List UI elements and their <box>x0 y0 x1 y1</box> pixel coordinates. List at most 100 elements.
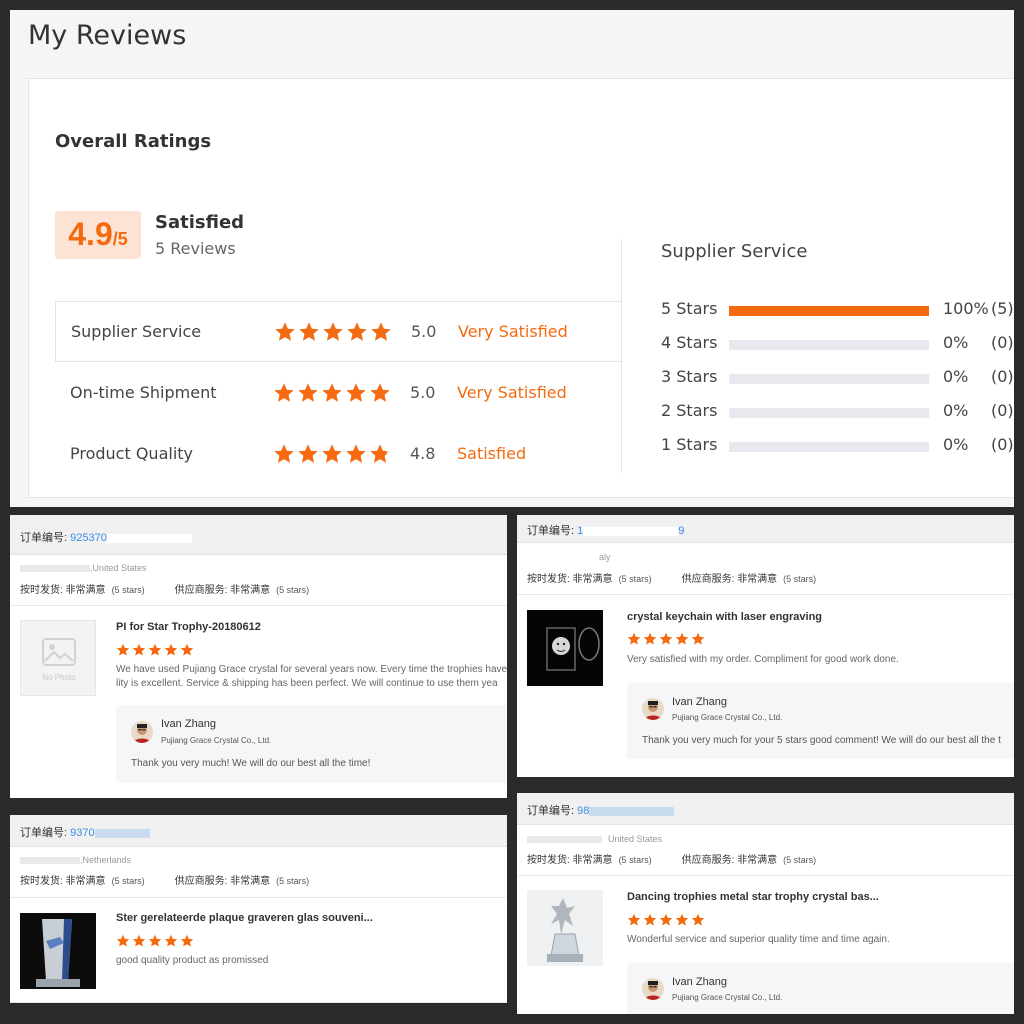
star-icon <box>659 632 673 645</box>
distribution-bar <box>729 408 929 418</box>
review-card: 订单编号: 19 aly 按时发货: 非常满意 (5 stars) 供应商服务: 非… <box>517 515 1014 777</box>
star-rating <box>273 382 391 404</box>
reply-text: Thank you very much! We will do our best… <box>131 758 371 769</box>
product-title-link[interactable]: Ster gerelateerde plaque graveren glas s… <box>116 912 373 924</box>
distribution-percent: 100% <box>943 299 989 318</box>
rating-score: 4.8 <box>410 444 436 463</box>
distribution-count: (0) <box>991 435 1014 454</box>
star-rating <box>273 443 391 465</box>
star-icon <box>275 321 295 341</box>
rating-text: Very Satisfied <box>458 322 568 341</box>
order-number-link[interactable]: 9370 <box>70 827 94 839</box>
star-icon <box>148 643 162 656</box>
review-text: good quality product as promissed <box>116 955 269 966</box>
divider <box>10 605 507 606</box>
keychain-image <box>527 610 603 686</box>
review-meta: 按时发货: 非常满意 (5 stars) 供应商服务: 非常满意 (5 stars) <box>20 876 310 887</box>
star-icon <box>164 643 178 656</box>
trophy-image <box>527 890 603 966</box>
overall-score: 4.9 <box>68 216 113 252</box>
distribution-label: 1 Stars <box>661 435 718 454</box>
order-header: 订单编号: 19 <box>517 515 1014 543</box>
product-title-link[interactable]: Dancing trophies metal star trophy cryst… <box>627 891 879 903</box>
rating-score: 5.0 <box>410 383 436 402</box>
distribution-label: 4 Stars <box>661 333 718 352</box>
overall-score-badge: 4.9 /5 <box>55 211 141 259</box>
order-number-link[interactable]: 925370 <box>70 532 107 544</box>
star-icon <box>322 382 342 402</box>
distribution-percent: 0% <box>943 435 969 454</box>
order-header: 订单编号: 98 <box>517 793 1014 825</box>
overall-ratings-card: Overall Ratings 4.9 /5 Satisfied 5 Revie… <box>28 78 1014 498</box>
star-icon <box>274 443 294 463</box>
collage: My Reviews Overall Ratings 4.9 /5 Satisf… <box>0 0 1024 1024</box>
distribution-count: (0) <box>991 333 1014 352</box>
star-icon <box>347 321 367 341</box>
review-text: Wonderful service and superior quality t… <box>627 934 890 945</box>
product-thumbnail[interactable] <box>20 913 96 989</box>
star-icon <box>659 913 673 926</box>
distribution-percent: 0% <box>943 333 969 352</box>
star-icon <box>148 934 162 947</box>
buyer-location: ,Netherlands <box>20 855 131 865</box>
rating-row-ontime-shipment: On-time Shipment 5.0 Very Satisfied <box>55 362 622 423</box>
product-thumbnail[interactable]: No Photo <box>20 620 96 696</box>
distribution-bar <box>729 306 929 316</box>
star-icon <box>132 934 146 947</box>
rating-row-product-quality: Product Quality 4.8 Satisfied <box>55 423 622 484</box>
review-stars <box>627 913 705 927</box>
product-thumbnail[interactable] <box>527 610 603 686</box>
divider <box>621 239 622 473</box>
review-card: 订单编号: 9370 ,Netherlands 按时发货: 非常满意 (5 sta… <box>10 815 507 1003</box>
rating-score: 5.0 <box>411 322 437 341</box>
distribution-count: (0) <box>991 367 1014 386</box>
overall-score-max: /5 <box>112 229 128 249</box>
rating-label: On-time Shipment <box>70 383 217 402</box>
star-icon <box>627 632 641 645</box>
star-icon <box>691 913 705 926</box>
distribution-fill <box>729 306 929 316</box>
order-number-link[interactable]: 98 <box>577 805 589 817</box>
reply-company: Pujiang Grace Crystal Co., Ltd. <box>672 713 783 722</box>
star-rating <box>274 321 392 343</box>
product-title-link[interactable]: PI for Star Trophy-20180612 <box>116 621 261 633</box>
distribution-bar <box>729 340 929 350</box>
divider <box>517 875 1014 876</box>
review-meta: 按时发货: 非常满意 (5 stars) 供应商服务: 非常满意 (5 stars) <box>20 585 310 596</box>
divider <box>10 1002 507 1003</box>
star-icon <box>116 934 130 947</box>
star-icon <box>643 913 657 926</box>
distribution-percent: 0% <box>943 367 969 386</box>
redaction <box>20 857 80 865</box>
reply-author: Ivan Zhang <box>672 976 728 988</box>
review-text: lity is excellent. Service & shipping ha… <box>116 678 498 689</box>
overall-ratings-heading: Overall Ratings <box>55 131 212 152</box>
star-icon <box>691 632 705 645</box>
avatar <box>131 721 153 743</box>
avatar <box>642 978 664 1000</box>
order-label: 订单编号: <box>20 827 71 839</box>
order-header: 订单编号: 925370 <box>10 515 507 555</box>
order-header: 订单编号: 9370 <box>10 815 507 847</box>
distribution-label: 2 Stars <box>661 401 718 420</box>
star-icon <box>274 382 294 402</box>
star-icon <box>370 443 390 463</box>
rating-label: Product Quality <box>70 444 194 463</box>
star-icon <box>675 913 689 926</box>
overall-satisfaction: Satisfied <box>155 212 245 233</box>
distribution-percent: 0% <box>943 401 969 420</box>
review-card: 订单编号: 98 United States 按时发货: 非常满意 (5 star… <box>517 793 1014 1014</box>
rating-row-supplier-service: Supplier Service 5.0 Very Satisfied <box>55 301 622 362</box>
buyer-location: United States <box>527 834 662 844</box>
product-thumbnail[interactable] <box>527 890 603 966</box>
distribution-label: 3 Stars <box>661 367 718 386</box>
distribution-count: (5) <box>991 299 1014 318</box>
buyer-location: ,United States <box>20 563 147 573</box>
star-icon <box>346 443 366 463</box>
no-photo-icon <box>42 638 76 666</box>
star-icon <box>132 643 146 656</box>
distribution-count: (0) <box>991 401 1014 420</box>
product-title-link[interactable]: crystal keychain with laser engraving <box>627 611 822 623</box>
rating-label: Supplier Service <box>71 322 202 341</box>
review-stars <box>116 643 194 657</box>
